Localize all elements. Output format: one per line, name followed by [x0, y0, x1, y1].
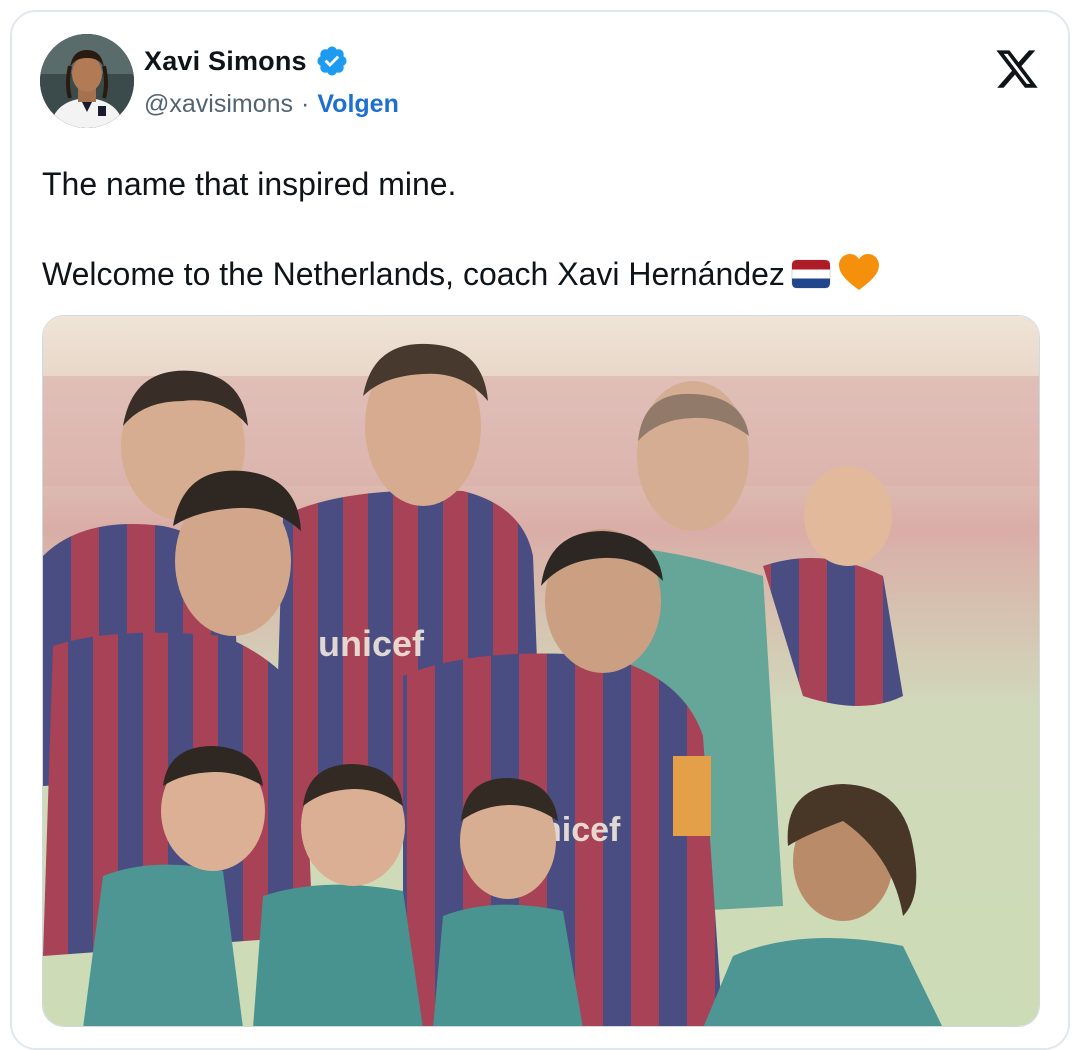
- flag-netherlands-icon: [791, 257, 831, 302]
- tweet-card[interactable]: Xavi Simons @xavisimons · Volgen The nam…: [10, 10, 1070, 1050]
- avatar-photo: [40, 34, 134, 128]
- tweet-text: The name that inspired mine. Welcome to …: [42, 162, 1040, 302]
- tweet-line-1: The name that inspired mine.: [42, 166, 457, 202]
- separator-dot: ·: [301, 90, 310, 118]
- follow-button[interactable]: Volgen: [317, 90, 398, 119]
- author-handle-row: @xavisimons · Volgen: [144, 90, 399, 119]
- author-handle[interactable]: @xavisimons: [144, 90, 293, 119]
- tweet-line-2: Welcome to the Netherlands, coach Xavi H…: [42, 252, 1040, 302]
- tweet-line-2-text: Welcome to the Netherlands, coach Xavi H…: [42, 256, 785, 292]
- author-name-row: Xavi Simons: [144, 44, 349, 78]
- verified-badge-icon: [317, 46, 347, 76]
- orange-heart-icon: [837, 253, 881, 302]
- x-logo-icon[interactable]: [994, 46, 1040, 92]
- team-photo-illustration: unicef nicef: [43, 316, 1039, 1026]
- tweet-photo[interactable]: unicef nicef: [42, 315, 1040, 1027]
- tweet-header: Xavi Simons @xavisimons · Volgen: [40, 34, 1040, 134]
- author-display-name[interactable]: Xavi Simons: [144, 46, 307, 77]
- avatar[interactable]: [40, 34, 134, 128]
